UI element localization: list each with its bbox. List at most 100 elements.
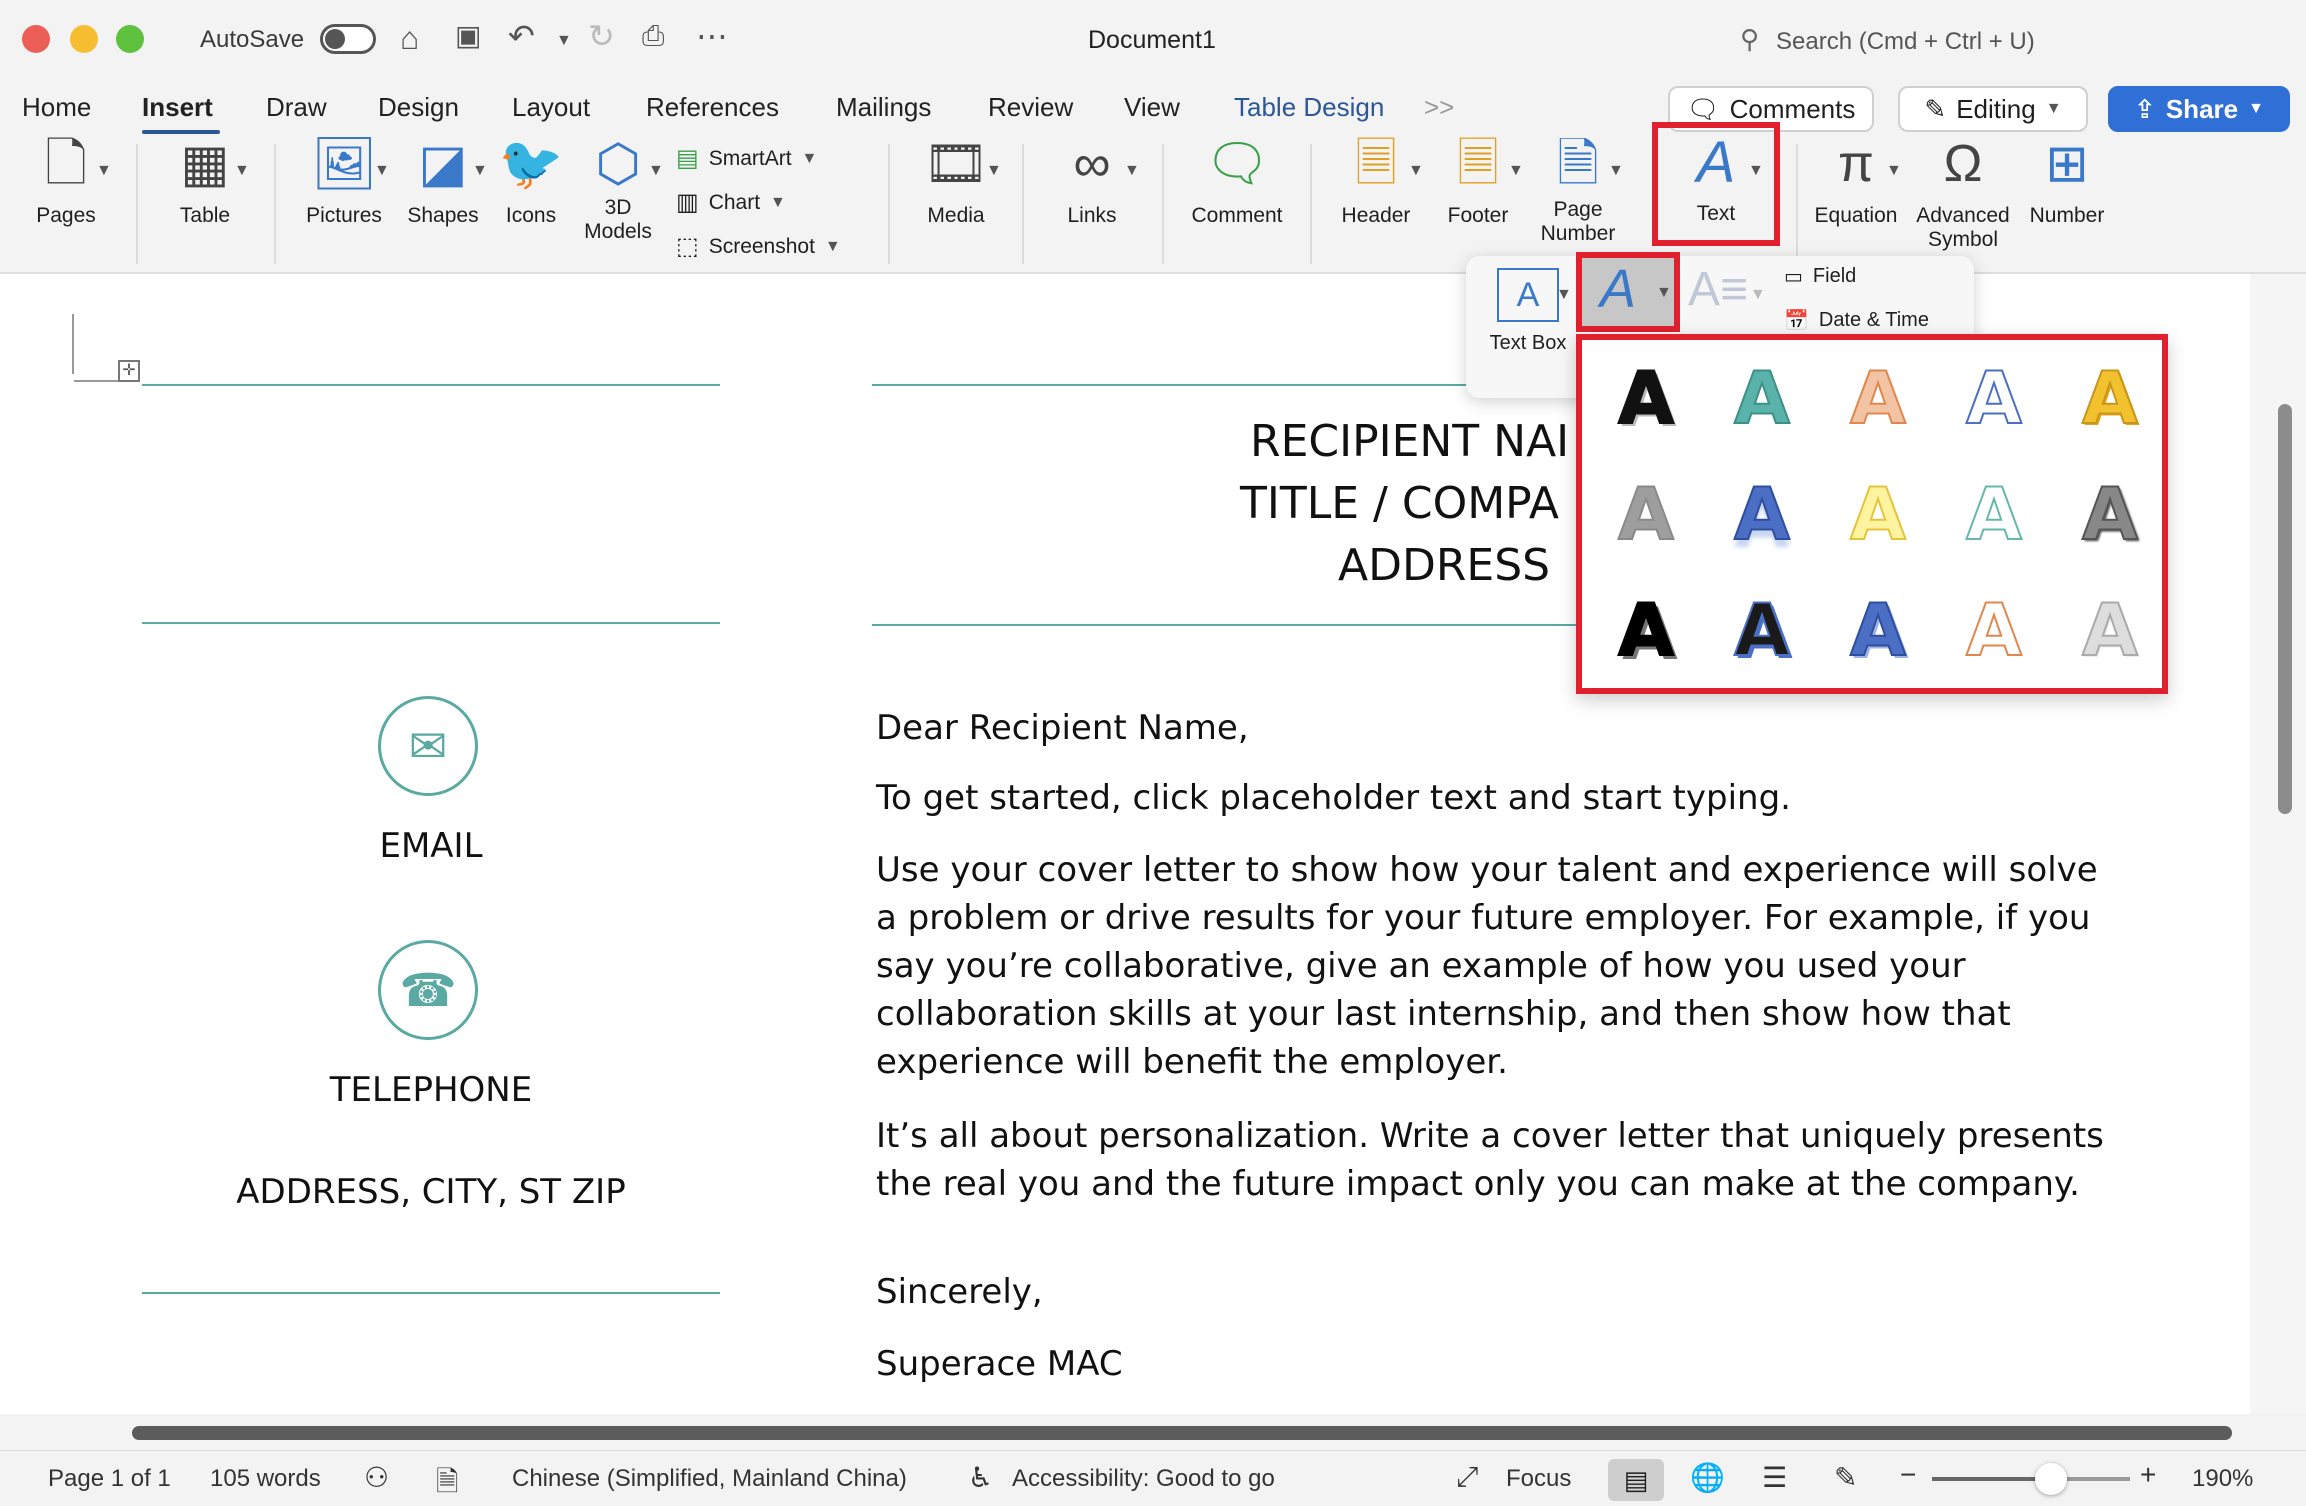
tab-overflow-icon[interactable]: >>: [1424, 92, 1454, 123]
shapes-button[interactable]: ◪ Shapes: [398, 138, 488, 228]
vertical-scrollbar[interactable]: [2250, 274, 2306, 1414]
pages-button[interactable]: 🗋 Pages: [20, 138, 112, 228]
page-count[interactable]: Page 1 of 1: [48, 1465, 171, 1493]
tab-view[interactable]: View: [1124, 92, 1180, 123]
tab-mailings[interactable]: Mailings: [836, 92, 931, 123]
home-icon[interactable]: ⌂: [400, 22, 419, 54]
focus-label[interactable]: Focus: [1506, 1465, 1571, 1493]
wordart-style-6[interactable]: A: [1588, 456, 1704, 572]
track-changes-icon[interactable]: ⚇: [364, 1461, 389, 1494]
horizontal-scroll-thumb[interactable]: [132, 1426, 2232, 1440]
media-dropdown-icon[interactable]: ▼: [986, 162, 1002, 180]
signature[interactable]: Superace MAC: [876, 1344, 1123, 1384]
3d-models-button[interactable]: ⬡ 3D Models: [572, 138, 664, 244]
share-button[interactable]: ⇪ Share ▼: [2108, 86, 2290, 132]
comment-button[interactable]: 🗨 Comment: [1184, 138, 1290, 228]
save-icon[interactable]: ▣: [455, 22, 481, 50]
shapes-dropdown-icon[interactable]: ▼: [472, 162, 488, 180]
editing-button[interactable]: ✎ Editing ▼: [1898, 86, 2088, 132]
paragraph-2[interactable]: Use your cover letter to show how your t…: [876, 846, 2098, 1086]
language-label[interactable]: Chinese (Simplified, Mainland China): [512, 1465, 907, 1493]
search-input[interactable]: Search (Cmd + Ctrl + U): [1776, 28, 2035, 56]
text-button[interactable]: A Text: [1664, 134, 1768, 226]
tab-insert[interactable]: Insert: [142, 92, 213, 123]
accessibility-label[interactable]: Accessibility: Good to go: [1012, 1465, 1275, 1493]
paragraph-1[interactable]: To get started, click placeholder text a…: [876, 778, 1791, 818]
tab-draw[interactable]: Draw: [266, 92, 327, 123]
accessibility-icon[interactable]: ♿: [968, 1461, 993, 1494]
text-dropdown-icon[interactable]: ▼: [1748, 162, 1764, 180]
telephone-label[interactable]: TELEPHONE: [142, 1070, 720, 1110]
advanced-symbol-button[interactable]: Ω Advanced Symbol: [1908, 138, 2018, 252]
tab-references[interactable]: References: [646, 92, 779, 123]
recipient-name[interactable]: RECIPIENT NAI: [1250, 416, 1569, 467]
wordart-style-3[interactable]: A: [1820, 340, 1936, 456]
wordart-style-11[interactable]: A: [1588, 572, 1704, 688]
close-window-button[interactable]: [22, 25, 50, 53]
wordart-style-10[interactable]: A: [2052, 456, 2168, 572]
wordart-style-9[interactable]: A: [1936, 456, 2052, 572]
chart-button[interactable]: ▥ Chart ▼: [676, 188, 786, 217]
tab-table-design[interactable]: Table Design: [1234, 92, 1384, 123]
wordart-style-13[interactable]: A: [1820, 572, 1936, 688]
pictures-dropdown-icon[interactable]: ▼: [374, 162, 390, 180]
tab-layout[interactable]: Layout: [512, 92, 590, 123]
focus-icon[interactable]: ⤢: [1456, 1461, 1478, 1494]
wordart-style-14[interactable]: A: [1936, 572, 2052, 688]
date-time-button[interactable]: 📅 Date & Time: [1784, 308, 1929, 333]
smartart-button[interactable]: ▤ SmartArt ▼: [676, 144, 817, 173]
page-number-button[interactable]: 🗎 Page Number: [1530, 138, 1626, 258]
wordart-style-1[interactable]: A: [1588, 340, 1704, 456]
paragraph-3[interactable]: It’s all about personalization. Write a …: [876, 1112, 2104, 1208]
web-layout-icon[interactable]: 🌐: [1690, 1461, 1725, 1494]
footer-dropdown-icon[interactable]: ▼: [1508, 162, 1524, 180]
salutation[interactable]: Dear Recipient Name,: [876, 708, 1249, 748]
footer-button[interactable]: 🗏 Footer: [1434, 138, 1522, 228]
page-number-dropdown-icon[interactable]: ▼: [1608, 162, 1624, 180]
header-dropdown-icon[interactable]: ▼: [1408, 162, 1424, 180]
tab-review[interactable]: Review: [988, 92, 1073, 123]
print-layout-icon[interactable]: ▤: [1608, 1459, 1664, 1501]
icons-button[interactable]: 🐦 Icons: [494, 138, 568, 228]
zoom-window-button[interactable]: [116, 25, 144, 53]
minimize-window-button[interactable]: [70, 25, 98, 53]
screenshot-button[interactable]: ⬚ Screenshot ▼: [676, 232, 841, 261]
wordart-style-7[interactable]: A: [1704, 456, 1820, 572]
recipient-address[interactable]: ADDRESS: [1338, 540, 1550, 591]
pages-dropdown-icon[interactable]: ▼: [96, 162, 112, 180]
redo-icon[interactable]: ↻: [588, 20, 615, 52]
wordart-style-2[interactable]: A: [1704, 340, 1820, 456]
wordart-style-5[interactable]: A: [2052, 340, 2168, 456]
draft-icon[interactable]: ✎: [1834, 1461, 1857, 1494]
links-button[interactable]: ∞ Links: [1044, 138, 1140, 228]
media-button[interactable]: 🎞 Media: [906, 138, 1006, 228]
table-move-handle-icon[interactable]: ✛: [118, 360, 140, 382]
drop-cap-icon[interactable]: A≡: [1688, 262, 1748, 317]
zoom-in-icon[interactable]: +: [2140, 1459, 2156, 1491]
address-city-label[interactable]: ADDRESS, CITY, ST ZIP: [142, 1172, 720, 1212]
closing[interactable]: Sincerely,: [876, 1272, 1043, 1312]
zoom-level[interactable]: 190%: [2192, 1465, 2253, 1493]
autosave-toggle[interactable]: [320, 24, 376, 54]
wordart-button[interactable]: A ▼: [1576, 252, 1680, 332]
outline-icon[interactable]: ☰: [1762, 1461, 1787, 1494]
zoom-slider[interactable]: [1932, 1463, 2130, 1495]
pictures-button[interactable]: 🖼 Pictures: [292, 138, 396, 228]
wordart-style-4[interactable]: A: [1936, 340, 2052, 456]
proofing-icon[interactable]: 🗎: [436, 1461, 459, 1506]
tab-home[interactable]: Home: [22, 92, 91, 123]
zoom-slider-thumb[interactable]: [2034, 1463, 2067, 1495]
field-button[interactable]: ▭ Field: [1784, 264, 1856, 289]
text-box-dropdown-icon[interactable]: ▼: [1556, 286, 1572, 304]
word-count[interactable]: 105 words: [210, 1465, 321, 1493]
drop-cap-dropdown-icon[interactable]: ▼: [1750, 286, 1766, 304]
vertical-scroll-thumb[interactable]: [2278, 404, 2292, 814]
wordart-style-8[interactable]: A: [1820, 456, 1936, 572]
zoom-out-icon[interactable]: −: [1900, 1459, 1916, 1491]
print-icon[interactable]: ⎙: [642, 22, 664, 50]
more-options-icon[interactable]: ⋯: [696, 20, 728, 52]
links-dropdown-icon[interactable]: ▼: [1124, 162, 1140, 180]
equation-button[interactable]: π Equation: [1808, 138, 1904, 228]
email-label[interactable]: EMAIL: [142, 826, 720, 866]
number-button[interactable]: ⊞ Number: [2022, 138, 2112, 228]
